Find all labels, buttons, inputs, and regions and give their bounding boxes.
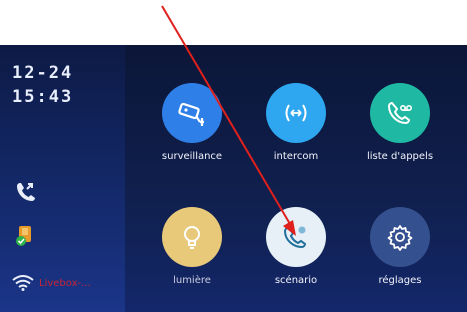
app-label: réglages xyxy=(378,275,422,286)
intercom-screen: 12-24 15:43 Livebox-... surveillance int… xyxy=(0,45,467,312)
intercom-arrows-icon xyxy=(266,83,326,143)
gear-icon xyxy=(370,207,430,267)
app-label: surveillance xyxy=(161,151,223,162)
app-surveillance[interactable]: surveillance xyxy=(142,83,242,162)
app-label: intercom xyxy=(273,151,319,162)
status-sidebar: 12-24 15:43 Livebox-... xyxy=(0,45,125,312)
app-label: lumière xyxy=(173,275,211,286)
app-label: scénario xyxy=(274,275,318,286)
wifi-status: Livebox-... xyxy=(12,275,91,291)
phone-scenario-icon xyxy=(266,207,326,267)
app-settings[interactable]: réglages xyxy=(350,207,450,286)
wifi-network-name: Livebox-... xyxy=(39,277,91,289)
device-status-icon xyxy=(16,226,31,246)
date-display: 12-24 xyxy=(12,63,74,83)
cctv-camera-icon xyxy=(162,83,222,143)
light-bulb-icon xyxy=(162,207,222,267)
app-intercom[interactable]: intercom xyxy=(246,83,346,162)
app-call-list[interactable]: liste d'appels xyxy=(350,83,450,162)
incoming-call-icon xyxy=(17,183,35,201)
app-scenario[interactable]: scénario xyxy=(246,207,346,286)
time-display: 15:43 xyxy=(12,87,74,107)
app-label: liste d'appels xyxy=(366,151,434,162)
call-log-icon xyxy=(370,83,430,143)
app-grid: surveillance intercom liste d'appels lum… xyxy=(125,45,467,312)
photo-frame: 12-24 15:43 Livebox-... surveillance int… xyxy=(0,0,467,312)
app-lumiere[interactable]: lumière xyxy=(142,207,242,286)
wifi-icon xyxy=(12,275,34,291)
